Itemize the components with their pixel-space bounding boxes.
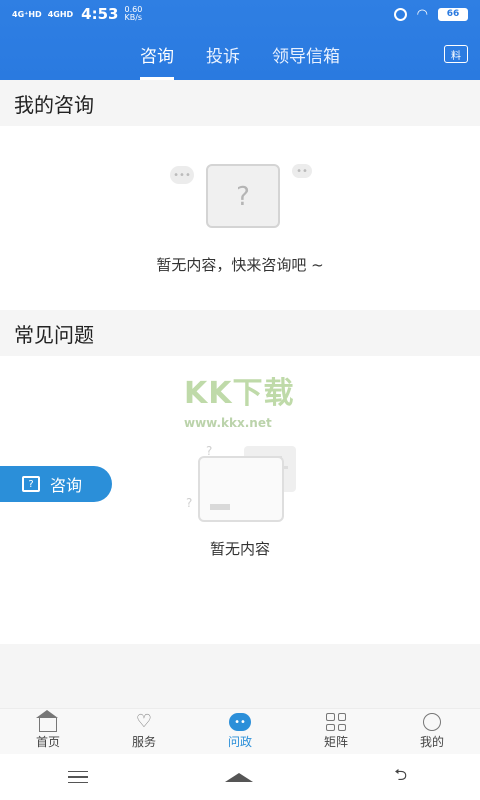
back-icon[interactable]: ⮌ bbox=[390, 765, 412, 784]
faq-title: 常见问题 bbox=[0, 310, 480, 356]
heart-icon: ♡ bbox=[135, 711, 153, 732]
system-nav: ⮌ bbox=[0, 754, 480, 800]
nav-service-label: 服务 bbox=[131, 735, 156, 749]
app-header: 4G⁺HD 4GHD 4:53 0.60 KB/s ◠ 66 咨询 投诉 领导信… bbox=[0, 0, 480, 80]
alarm-icon bbox=[393, 7, 407, 21]
system-home-icon[interactable] bbox=[224, 772, 253, 782]
chat-bubble-icon: ••• bbox=[170, 166, 194, 184]
nav-matrix-label: 矩阵 bbox=[323, 735, 348, 749]
consult-floating-button-label: 咨询 bbox=[50, 476, 83, 495]
chat-bubble-icon: •• bbox=[229, 713, 251, 731]
grid-icon bbox=[326, 713, 346, 731]
empty-folder-icon bbox=[198, 456, 284, 522]
empty-document-icon: ? bbox=[206, 164, 280, 228]
materials-icon[interactable]: 料 bbox=[444, 45, 468, 63]
menu-icon[interactable] bbox=[68, 771, 89, 783]
nav-service[interactable]: ♡ 服务 bbox=[96, 709, 192, 754]
nav-mine[interactable]: 我的 bbox=[384, 709, 480, 754]
nav-wenzheng-label: 问政 bbox=[227, 735, 252, 749]
bottom-nav: 首页 ♡ 服务 •• 问政 矩阵 我的 bbox=[0, 708, 480, 754]
nav-matrix[interactable]: 矩阵 bbox=[288, 709, 384, 754]
faq-empty-text: 暂无内容 bbox=[209, 540, 270, 558]
top-tabs: 咨询 投诉 领导信箱 bbox=[0, 28, 480, 80]
nav-home[interactable]: 首页 bbox=[0, 709, 96, 754]
home-icon bbox=[36, 710, 58, 732]
tab-complaint[interactable]: 投诉 bbox=[206, 28, 240, 80]
nav-wenzheng[interactable]: •• 问政 bbox=[192, 709, 288, 754]
watermark-url: www.kkx.net bbox=[184, 416, 272, 430]
tab-leader-mailbox[interactable]: 领导信箱 bbox=[272, 28, 340, 80]
signal-indicator-2: 4GHD bbox=[47, 9, 74, 19]
tab-consult[interactable]: 咨询 bbox=[140, 28, 174, 80]
status-time: 4:53 bbox=[81, 5, 119, 23]
my-consult-panel: ••• •• ? 暂无内容，快来咨询吧 ~ bbox=[0, 126, 480, 310]
network-speed: 0.60 KB/s bbox=[124, 5, 143, 22]
watermark-logo: KK下载 bbox=[184, 376, 295, 411]
profile-icon bbox=[423, 713, 441, 731]
status-bar: 4G⁺HD 4GHD 4:53 0.60 KB/s ◠ 66 bbox=[0, 0, 480, 28]
edit-icon: ? bbox=[22, 476, 40, 492]
question-mark-icon-2: ? bbox=[186, 496, 193, 510]
chat-bubble-icon-small: •• bbox=[292, 164, 312, 178]
wifi-icon: ◠ bbox=[416, 6, 428, 22]
my-consult-empty-text: 暂无内容，快来咨询吧 ~ bbox=[156, 256, 324, 274]
consult-floating-button[interactable]: ? 咨询 bbox=[0, 466, 112, 502]
my-consult-title: 我的咨询 bbox=[0, 80, 480, 126]
nav-mine-label: 我的 bbox=[419, 735, 444, 749]
battery-icon: 66 bbox=[438, 7, 468, 21]
nav-home-label: 首页 bbox=[35, 735, 60, 749]
signal-indicator-1: 4G⁺HD bbox=[12, 9, 42, 19]
